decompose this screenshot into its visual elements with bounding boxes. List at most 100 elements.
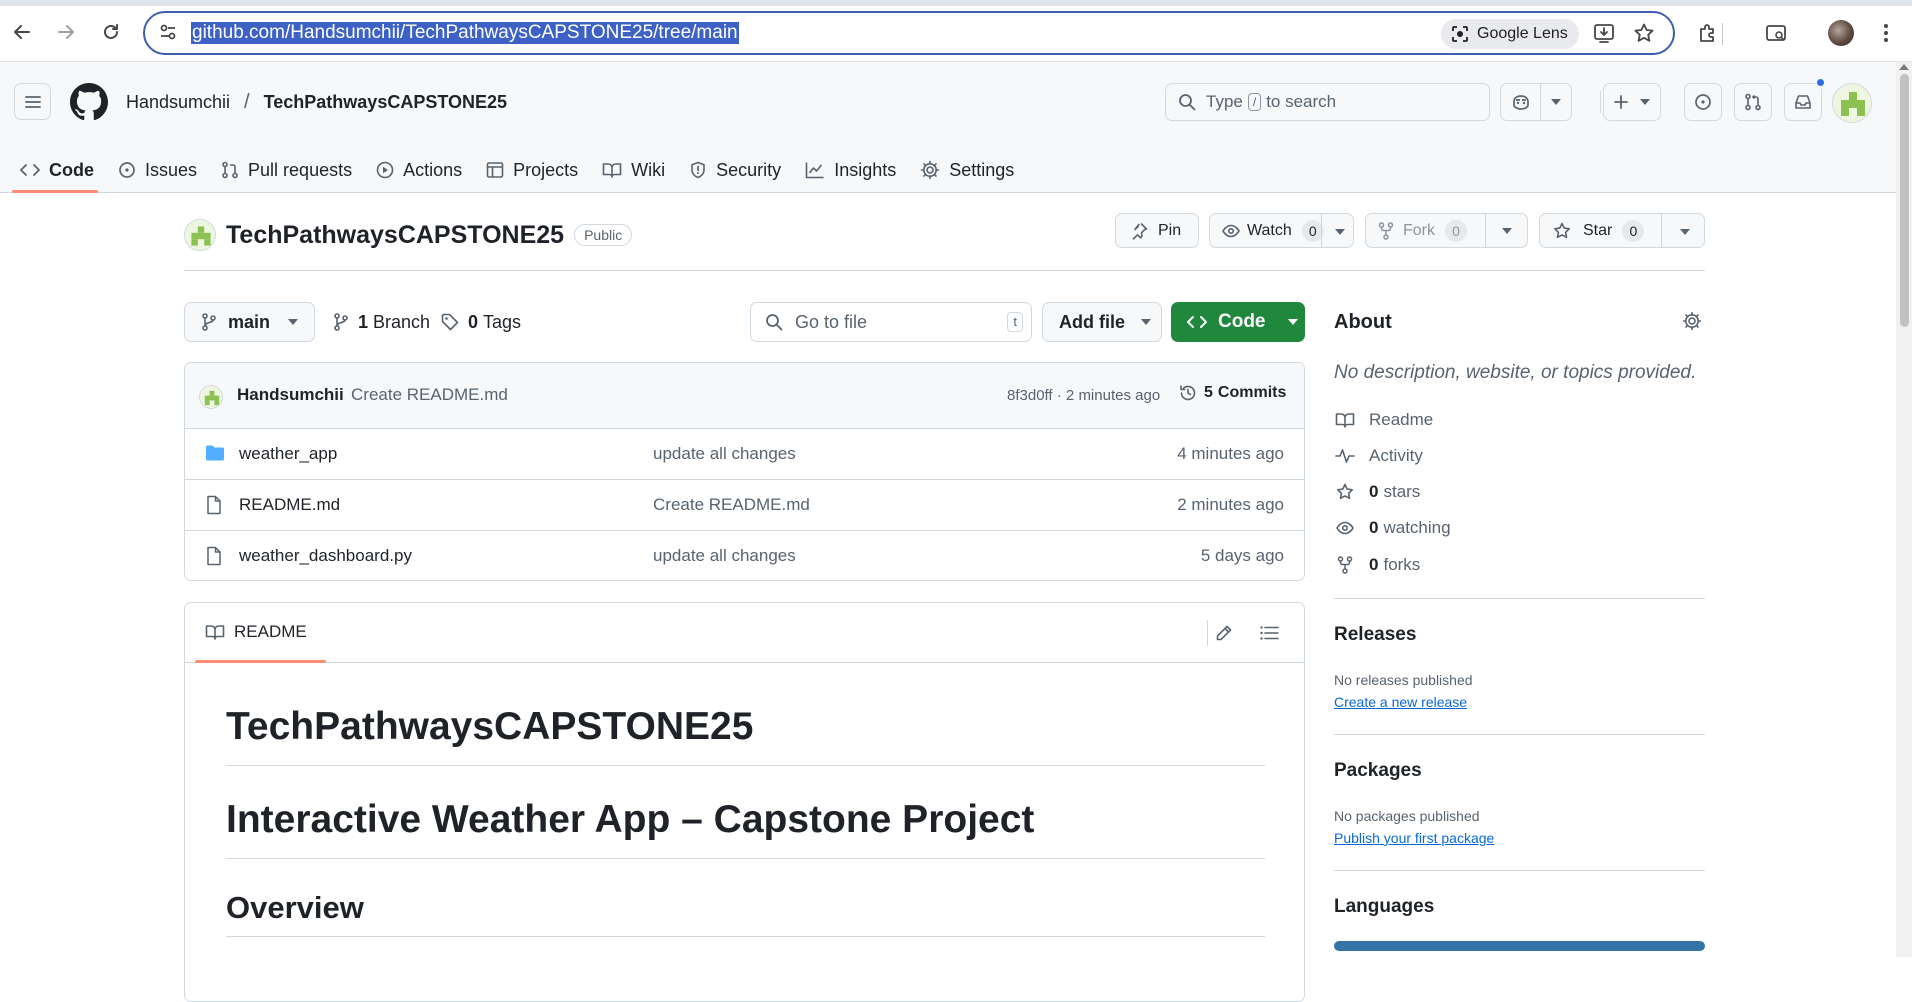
code-button[interactable]: Code [1171,302,1305,342]
commits-count: 5 [1204,384,1213,401]
chevron-down-icon[interactable] [1680,229,1690,235]
scroll-thumb[interactable] [1900,74,1909,327]
about-description: No description, website, or topics provi… [1334,362,1697,383]
readme-tab-bar: README [185,603,1304,663]
stars-link[interactable]: 0 stars [1334,480,1420,504]
tab-insights[interactable]: Insights [793,150,908,190]
tab-security[interactable]: Security [677,150,793,190]
fork-button[interactable]: Fork 0 [1365,213,1486,248]
branches-link[interactable]: 1 Branch [333,302,430,342]
list-icon [1260,626,1279,640]
watching-label: watching [1383,518,1451,537]
google-lens-button[interactable]: Google Lens [1441,19,1579,49]
commits-link[interactable]: 5 Commits [1179,384,1286,402]
fork-dropdown[interactable] [1485,213,1528,248]
issues-button[interactable] [1684,83,1722,121]
tab-search-button[interactable] [1762,19,1790,47]
outline-button[interactable] [1254,619,1284,647]
page-scrollbar[interactable] [1896,62,1912,957]
tags-link[interactable]: 0 Tags [441,302,521,342]
commit-author-avatar[interactable] [199,385,223,409]
tab-readme[interactable]: README [205,622,307,642]
commits-label: Commits [1217,384,1287,401]
notification-dot [1815,77,1826,88]
tab-strip [0,0,1912,6]
tab-issues[interactable]: Issues [106,150,209,190]
file-commit-message[interactable]: update all changes [653,444,796,464]
star-button[interactable]: Star 0 [1539,213,1705,248]
commit-message[interactable]: Create README.md [351,385,508,405]
search-input[interactable]: Type / to search [1165,83,1490,121]
watch-button[interactable]: Watch 0 [1209,213,1354,248]
file-name[interactable]: weather_dashboard.py [239,546,412,566]
activity-link[interactable]: Activity [1334,444,1423,468]
add-file-button[interactable]: Add file [1042,302,1162,342]
file-commit-message[interactable]: update all changes [653,546,796,566]
commit-sha-time[interactable]: 8f3d0ff · 2 minutes ago [1007,387,1160,404]
address-bar[interactable]: github.com/Handsumchii/TechPathwaysCAPST… [143,11,1675,55]
chevron-down-icon[interactable] [1335,229,1345,235]
browser-menu-button[interactable] [1872,19,1900,47]
languages-title: Languages [1334,896,1435,917]
search-icon [765,313,783,331]
copilot-button[interactable] [1500,83,1541,121]
profile-avatar[interactable] [1828,20,1854,46]
go-to-file-input[interactable]: Go to file t [750,302,1032,342]
tab-pull-requests-label: Pull requests [248,159,353,180]
extensions-button[interactable] [1694,19,1722,47]
forward-button[interactable] [51,17,81,47]
folder-icon [205,444,225,462]
bookmark-star-icon[interactable] [1633,22,1655,44]
commit-author[interactable]: Handsumchii [237,385,344,405]
repo-title[interactable]: TechPathwaysCAPSTONE25 [226,221,564,250]
breadcrumb-owner[interactable]: Handsumchii [126,92,230,113]
edit-readme-button[interactable] [1209,619,1239,647]
packages-title[interactable]: Packages [1334,760,1422,782]
install-app-icon[interactable] [1593,22,1615,44]
identicon-icon [200,386,222,408]
issue-icon [118,161,136,179]
tab-actions[interactable]: Actions [364,150,474,190]
create-release-link[interactable]: Create a new release [1334,694,1467,710]
publish-package-link[interactable]: Publish your first package [1334,830,1494,846]
user-avatar[interactable] [1832,83,1872,123]
table-row[interactable]: weather_app update all changes 4 minutes… [185,429,1304,480]
inbox-button[interactable] [1784,83,1822,121]
pulse-icon [1334,447,1356,465]
hamburger-icon [24,95,41,108]
tab-wiki[interactable]: Wiki [590,150,677,190]
file-name[interactable]: README.md [239,495,340,515]
tab-settings[interactable]: Settings [908,150,1026,190]
graph-icon [805,161,825,179]
releases-title[interactable]: Releases [1334,624,1416,646]
pull-requests-button[interactable] [1734,83,1772,121]
global-menu-button[interactable] [14,83,51,120]
edit-about-gear-icon[interactable] [1682,311,1702,331]
site-info-icon[interactable] [159,23,177,41]
file-commit-message[interactable]: Create README.md [653,495,810,515]
reload-button[interactable] [96,17,126,47]
pin-button[interactable]: Pin [1115,213,1199,248]
github-logo-icon[interactable] [70,83,108,121]
table-row[interactable]: weather_dashboard.py update all changes … [185,531,1304,580]
breadcrumb-repo[interactable]: TechPathwaysCAPSTONE25 [264,92,507,113]
readme-link[interactable]: Readme [1334,408,1433,432]
url-text[interactable]: github.com/Handsumchii/TechPathwaysCAPST… [191,22,739,44]
create-new-button[interactable] [1603,83,1661,121]
watchers-link[interactable]: 0 watching [1334,516,1451,540]
back-button[interactable] [7,17,37,47]
tab-pull-requests[interactable]: Pull requests [209,150,364,190]
table-row[interactable]: README.md Create README.md 2 minutes ago [185,480,1304,531]
copilot-dropdown[interactable] [1540,83,1572,121]
branch-selector[interactable]: main [184,302,315,342]
file-name[interactable]: weather_app [239,444,337,464]
tab-code-label: Code [49,159,94,180]
book-icon [602,161,622,179]
language-bar [1334,941,1705,951]
tab-projects[interactable]: Projects [474,150,590,190]
tab-code[interactable]: Code [0,150,106,193]
pin-label: Pin [1158,221,1182,239]
forks-link[interactable]: 0 forks [1334,553,1420,577]
scroll-up-arrow-icon[interactable] [1899,64,1909,70]
go-to-file-placeholder: Go to file [795,311,868,332]
